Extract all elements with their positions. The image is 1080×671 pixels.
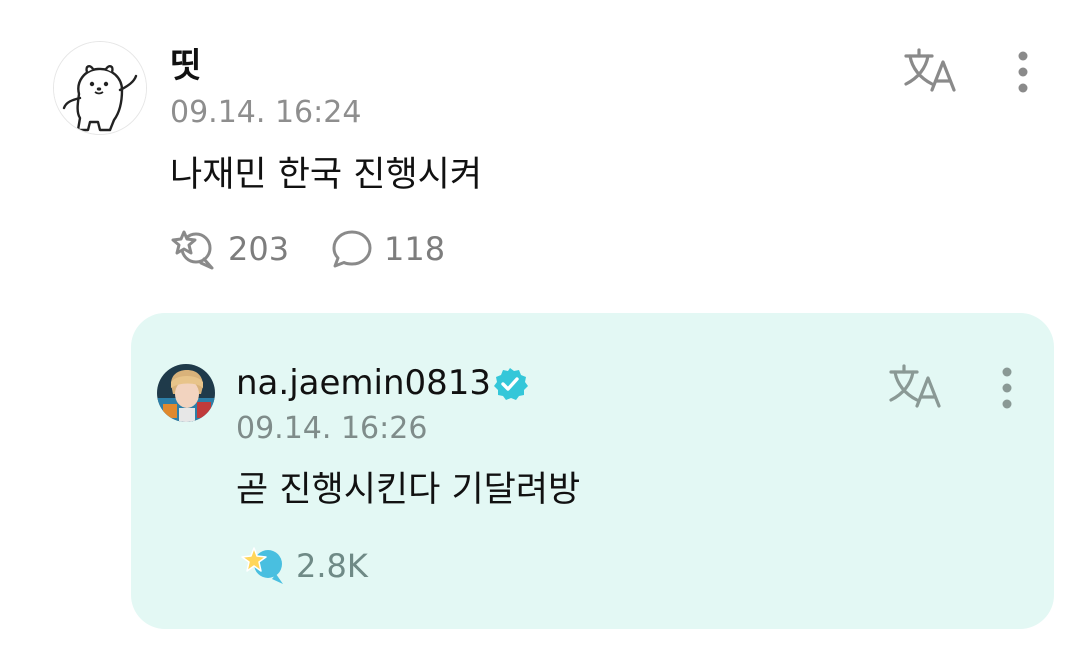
like-icon[interactable] xyxy=(170,226,218,272)
bear-avatar-icon xyxy=(54,42,146,134)
profile-photo-icon xyxy=(157,364,215,422)
reply-icon[interactable] xyxy=(330,228,374,270)
more-options-icon[interactable] xyxy=(1006,48,1040,98)
comment-timestamp: 09.14. 16:24 xyxy=(170,95,362,130)
avatar[interactable] xyxy=(53,41,147,135)
reply-timestamp: 09.14. 16:26 xyxy=(236,411,428,446)
comment-username[interactable]: 띳 xyxy=(170,46,201,86)
like-icon-filled[interactable] xyxy=(238,542,288,590)
reply-like-count: 2.8K xyxy=(296,547,368,585)
verified-badge-icon xyxy=(492,366,528,402)
artist-avatar[interactable] xyxy=(157,364,215,422)
translate-icon[interactable] xyxy=(886,362,944,412)
reply-count: 118 xyxy=(384,230,446,268)
reply-username[interactable]: na.jaemin0813 xyxy=(236,362,491,404)
reply-text: 곧 진행시킨다 기달려방 xyxy=(236,470,581,510)
comment-text: 나재민 한국 진행시켜 xyxy=(170,155,483,195)
like-count: 203 xyxy=(228,230,290,268)
more-options-icon[interactable] xyxy=(990,364,1024,414)
translate-icon[interactable] xyxy=(902,46,958,96)
